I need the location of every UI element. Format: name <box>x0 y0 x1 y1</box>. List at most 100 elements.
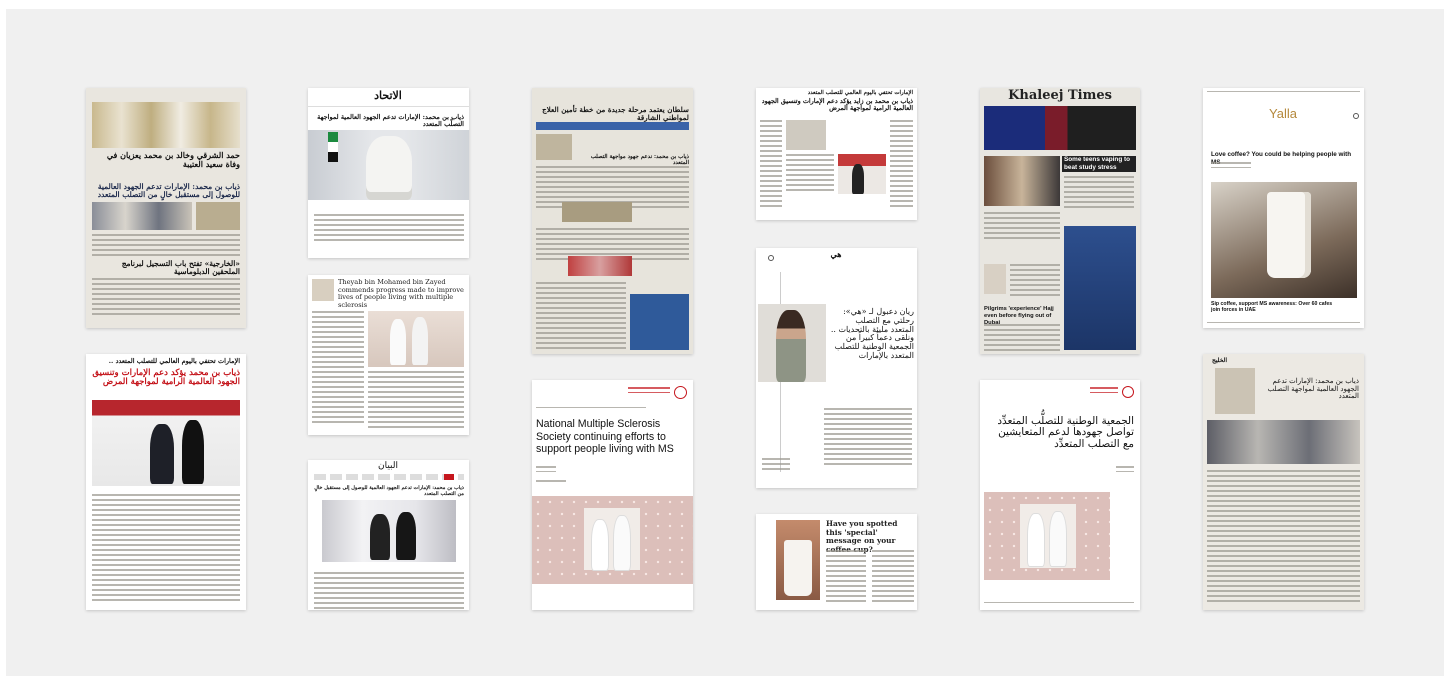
author-meta <box>1211 162 1251 171</box>
clipping-headline: حمد الشرقي وخالد بن محمد يعزيان في وفاة … <box>106 150 240 169</box>
person-figure <box>370 514 390 560</box>
person-figure <box>852 164 864 194</box>
masthead: Khaleej Times <box>1008 88 1112 103</box>
clipping-card-12[interactable]: الجمعية الوطنية للتصلُّب المتعدِّد تواصل… <box>980 380 1140 610</box>
clipping-photo <box>196 202 240 230</box>
clipping-body <box>826 550 866 605</box>
person-figure <box>390 319 406 365</box>
person-figure <box>396 512 416 560</box>
clipping-card-4[interactable]: الإمارات تحتفي باليوم العالمي للتصلب الم… <box>86 354 246 610</box>
clipping-card-8[interactable]: الإمارات تحتفي باليوم العالمي للتصلب الم… <box>756 88 917 220</box>
clipping-headline: «الخارجية» تفتح باب التسجيل لبرنامج المل… <box>121 259 240 277</box>
clipping-card-14[interactable]: الخليج ذياب بن محمد: الإمارات تدعم الجهو… <box>1203 354 1364 610</box>
person-figure <box>182 420 204 484</box>
url-bar <box>984 602 1134 606</box>
person-figure <box>1050 512 1066 566</box>
clipping-card-5[interactable]: البيان ذياب بن محمد: الإمارات تدعم الجهو… <box>308 460 469 610</box>
clipping-headline: Some teens vaping to beat study stress <box>1064 156 1131 171</box>
clipping-body <box>760 120 782 210</box>
clipping-headline: ذياب بن محمد: الإمارات تدعم الجهود العال… <box>97 182 240 200</box>
clipping-card-6[interactable]: سلطان يعتمد مرحلة جديدة من خطة تأمين الع… <box>532 88 693 354</box>
brand-logo: Yalla <box>1269 106 1297 121</box>
clipping-body <box>314 214 464 244</box>
clipping-card-10[interactable]: Have you spotted this 'special' message … <box>756 514 917 610</box>
breadcrumb <box>536 407 646 411</box>
clipping-body <box>984 212 1060 242</box>
clipping-headline: ذياب بن محمد: ندعم جهود مواجهة التصلب ال… <box>590 154 689 167</box>
clipping-headline: Have you spotted this 'special' message … <box>826 519 898 553</box>
clipping-headline: ذياب بن محمد بن زايد يؤكد دعم الإمارات و… <box>761 97 913 113</box>
clipping-card-9[interactable]: هي ريان دعبول لـ «هي»: رحلتي مع التصلب ا… <box>756 248 917 488</box>
clipping-caption: Sip coffee, support MS awareness: Over 6… <box>1211 301 1333 314</box>
person-figure <box>366 136 412 200</box>
clipping-photo <box>92 202 192 230</box>
coffee-cup-icon <box>784 540 812 596</box>
clipping-headline: الجمعية الوطنية للتصلُّب المتعدِّد تواصل… <box>997 415 1134 450</box>
society-logo-icon <box>674 386 687 399</box>
clipping-photo <box>1207 420 1360 464</box>
clipping-body <box>92 234 240 259</box>
advert-block <box>630 294 689 350</box>
clipping-photo <box>984 264 1006 294</box>
share-label <box>536 480 566 485</box>
coffee-cup-icon <box>1267 192 1311 278</box>
clipping-photo <box>536 122 689 130</box>
person-figure <box>614 516 630 570</box>
clipping-body <box>984 324 1060 354</box>
clipping-body <box>536 282 626 352</box>
clipping-headline: ذياب بن محمد يؤكد دعم الإمارات وتنسيق ال… <box>92 368 240 388</box>
clipping-body <box>824 408 912 468</box>
clipping-photo <box>562 202 632 222</box>
clipping-body <box>312 311 364 426</box>
clipping-kicker: الإمارات تحتفي باليوم العالمي للتصلب الم… <box>807 90 913 96</box>
clipping-body <box>1064 176 1134 211</box>
advert-block <box>1064 226 1136 350</box>
masthead: الاتحاد <box>374 89 402 102</box>
clipping-body <box>92 494 240 604</box>
browser-bar <box>1207 91 1360 95</box>
clipping-card-11[interactable]: Khaleej Times Some teens vaping to beat … <box>980 88 1140 354</box>
clipping-photo <box>786 120 826 150</box>
logo-text <box>628 387 670 396</box>
clipping-card-7[interactable]: National Multiple Sclerosis Society cont… <box>532 380 693 610</box>
clipping-card-2[interactable]: الاتحاد ذياب بن محمد: الإمارات تدعم الجه… <box>308 88 469 258</box>
masthead: البيان <box>377 461 399 471</box>
clipping-body <box>872 550 914 605</box>
search-icon[interactable] <box>768 255 774 261</box>
clipping-body <box>786 154 834 194</box>
clipping-card-13[interactable]: Yalla Love coffee? You could be helping … <box>1203 88 1364 328</box>
society-logo-icon <box>1122 386 1134 398</box>
clipping-headline: ذياب بن محمد: الإمارات تدعم الجهود العال… <box>1267 377 1359 401</box>
author-meta <box>536 466 556 475</box>
clipping-headline: ذياب بن محمد: الإمارات تدعم الجهود العال… <box>314 485 464 497</box>
clipping-body <box>890 120 913 210</box>
clipping-photo <box>92 102 240 148</box>
person-figure <box>1028 514 1044 566</box>
search-icon[interactable] <box>1353 113 1359 119</box>
clipping-card-1[interactable]: حمد الشرقي وخالد بن محمد يعزيان في وفاة … <box>86 88 246 328</box>
masthead-logo: هي <box>830 249 842 259</box>
clipping-headline: Theyab bin Mohamed bin Zayed commends pr… <box>338 278 464 309</box>
clippings-board: حمد الشرقي وخالد بن محمد يعزيان في وفاة … <box>6 9 1444 676</box>
clipping-body <box>92 278 240 318</box>
clipping-photo <box>568 256 632 276</box>
clipping-card-3[interactable]: Theyab bin Mohamed bin Zayed commends pr… <box>308 275 469 435</box>
clipping-headline: National Multiple Sclerosis Society cont… <box>536 418 674 456</box>
logo-text <box>1090 387 1118 396</box>
clipping-body <box>368 371 464 431</box>
author-meta <box>1116 466 1134 475</box>
clipping-headline: سلطان يعتمد مرحلة جديدة من خطة تأمين الع… <box>542 105 689 122</box>
clipping-body <box>314 572 464 610</box>
masthead: الخليج <box>1211 357 1227 364</box>
clipping-photo <box>984 156 1060 206</box>
related-links <box>762 458 790 473</box>
clipping-photo <box>536 134 572 160</box>
person-figure <box>776 310 806 382</box>
clipping-body <box>1010 264 1060 299</box>
advert-banner <box>984 106 1136 150</box>
clipping-body <box>1207 470 1360 605</box>
clipping-headline: ذياب بن محمد: الإمارات تدعم الجهود العال… <box>317 113 464 129</box>
person-figure <box>592 520 608 570</box>
clipping-photo <box>312 279 334 301</box>
person-figure <box>150 424 174 484</box>
